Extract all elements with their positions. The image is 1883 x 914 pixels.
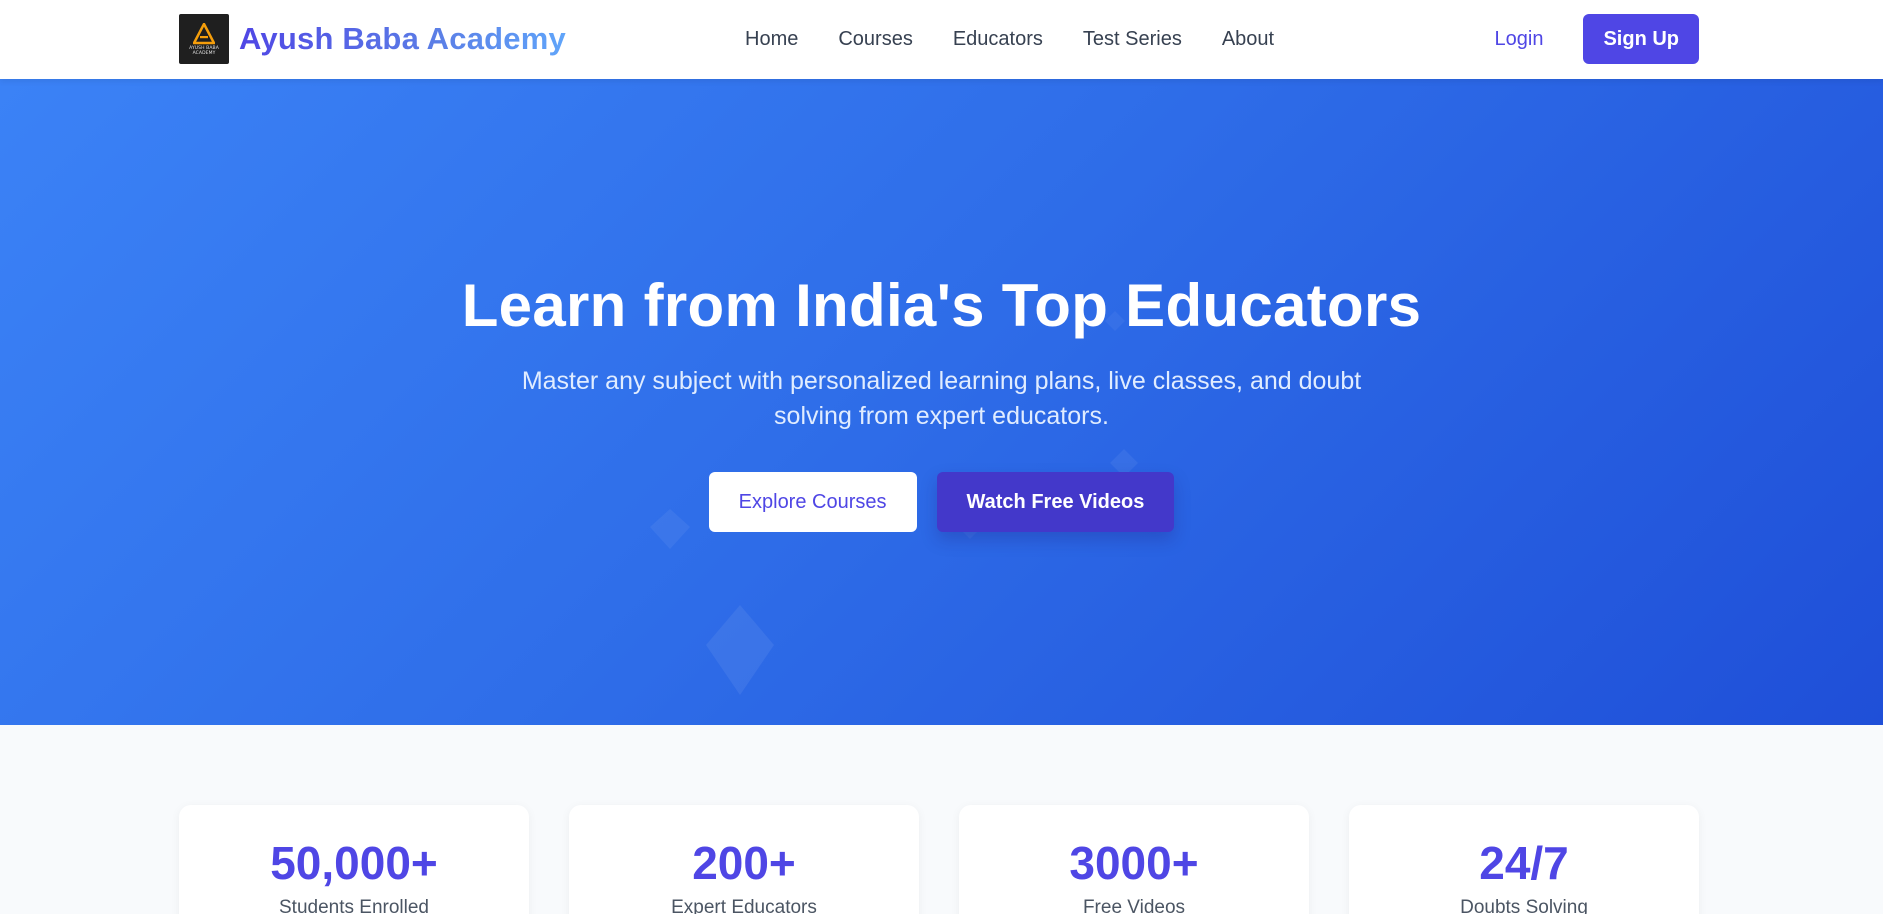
logo-text-line-2: ACADEMY: [192, 50, 216, 56]
stat-card-videos: 3000+ Free Videos: [959, 805, 1309, 914]
navbar: AYUSH BABA ACADEMY Ayush Baba Academy Ho…: [0, 0, 1883, 79]
nav-link-about[interactable]: About: [1222, 28, 1274, 51]
hero-section: Learn from India's Top Educators Master …: [0, 79, 1883, 725]
hero-subtitle: Master any subject with personalized lea…: [521, 367, 1362, 430]
academy-logo[interactable]: AYUSH BABA ACADEMY: [179, 14, 229, 64]
hero-title: Learn from India's Top Educators: [461, 272, 1422, 339]
login-link[interactable]: Login: [1495, 28, 1544, 51]
nav-link-home[interactable]: Home: [745, 28, 798, 51]
explore-courses-button[interactable]: Explore Courses: [708, 472, 917, 532]
academy-logo-icon: [193, 22, 215, 44]
brand-name[interactable]: Ayush Baba Academy: [239, 21, 566, 57]
stat-value: 200+: [692, 837, 796, 889]
stat-value: 50,000+: [270, 837, 438, 889]
main-nav: Home Courses Educators Test Series About: [745, 0, 1314, 79]
watch-free-videos-button[interactable]: Watch Free Videos: [936, 472, 1175, 532]
stat-value: 3000+: [1069, 837, 1199, 889]
logo-text-line-1: AYUSH BABA: [189, 45, 219, 51]
stat-card-students: 50,000+ Students Enrolled: [179, 805, 529, 914]
nav-link-test-series[interactable]: Test Series: [1083, 28, 1182, 51]
stat-value: 24/7: [1479, 837, 1569, 889]
stats-section: 50,000+ Students Enrolled 200+ Expert Ed…: [179, 805, 1699, 914]
signup-button[interactable]: Sign Up: [1583, 14, 1699, 64]
stat-card-doubts: 24/7 Doubts Solving: [1349, 805, 1699, 914]
stat-card-educators: 200+ Expert Educators: [569, 805, 919, 914]
nav-link-courses[interactable]: Courses: [838, 28, 912, 51]
brand[interactable]: AYUSH BABA ACADEMY Ayush Baba Academy: [179, 14, 566, 64]
stat-label: Expert Educators: [671, 897, 817, 914]
stat-label: Doubts Solving: [1460, 897, 1588, 914]
stat-label: Free Videos: [1082, 897, 1186, 914]
nav-link-educators[interactable]: Educators: [953, 28, 1043, 51]
stat-label: Students Enrolled: [279, 897, 429, 914]
logo-text: AYUSH BABA ACADEMY: [189, 46, 219, 56]
nav-actions: Login Sign Up: [1495, 14, 1699, 64]
hero-buttons: Explore Courses Watch Free Videos: [0, 472, 1883, 532]
